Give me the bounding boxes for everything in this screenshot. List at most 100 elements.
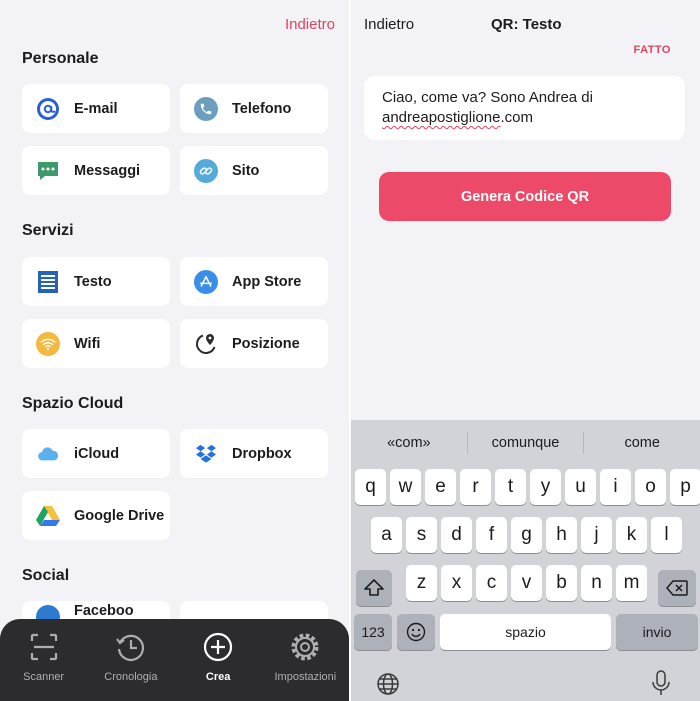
suggestion-bar: «com» comunque come	[351, 428, 700, 458]
phone-icon	[194, 96, 218, 121]
icloud-icon	[36, 442, 60, 466]
key-a[interactable]: a	[371, 517, 402, 553]
key-v[interactable]: v	[511, 565, 542, 601]
globe-icon[interactable]	[376, 672, 400, 696]
suggestion-item[interactable]: come	[584, 435, 700, 451]
emoji-icon	[406, 622, 426, 642]
plus-circle-icon	[204, 632, 233, 662]
misspelled-word: andreapostiglione	[382, 109, 501, 126]
message-bubble-icon	[36, 159, 60, 183]
tab-label: Cronologia	[104, 671, 158, 683]
key-o[interactable]: o	[635, 469, 666, 505]
card-label: E-mail	[74, 100, 118, 117]
key-s[interactable]: s	[406, 517, 437, 553]
generate-qr-button[interactable]: Genera Codice QR	[379, 172, 671, 221]
microphone-icon[interactable]	[651, 670, 671, 696]
card-label: Testo	[74, 273, 112, 290]
key-i[interactable]: i	[600, 469, 631, 505]
section-title-personale: Personale	[22, 50, 99, 67]
history-clock-icon	[115, 634, 144, 661]
tab-label: Crea	[205, 671, 231, 683]
key-l[interactable]: l	[651, 517, 682, 553]
card-label: Messaggi	[74, 162, 141, 179]
emoji-key[interactable]	[397, 614, 435, 650]
back-button[interactable]: Indietro	[285, 16, 335, 33]
suggestion-item[interactable]: comunque	[468, 435, 584, 451]
card-site[interactable]: Sito	[180, 146, 328, 195]
card-label: Posizione	[232, 335, 300, 352]
tab-history[interactable]: Cronologia	[87, 619, 174, 701]
numbers-key[interactable]: 123	[354, 614, 392, 650]
suggestion-item[interactable]: «com»	[351, 435, 467, 451]
wifi-icon	[36, 331, 60, 356]
page-title: QR: Testo	[491, 16, 562, 33]
done-button[interactable]: FATTO	[633, 44, 671, 56]
card-label: App Store	[232, 273, 302, 290]
key-t[interactable]: t	[495, 469, 526, 505]
tab-label: Scanner	[23, 671, 65, 683]
key-b[interactable]: b	[546, 565, 577, 601]
tab-label: Impostazioni	[274, 671, 337, 683]
card-label: iCloud	[74, 445, 120, 462]
key-x[interactable]: x	[441, 565, 472, 601]
text-line-1: Ciao, come va? Sono Andrea di	[382, 89, 593, 106]
location-pin-icon	[194, 332, 218, 356]
shift-icon	[364, 579, 384, 596]
card-app-store[interactable]: App Store	[180, 257, 328, 306]
card-label: Faceboo	[74, 602, 134, 619]
card-google-drive[interactable]: Google Drive	[22, 491, 170, 540]
key-f[interactable]: f	[476, 517, 507, 553]
tab-scanner[interactable]: Scanner	[0, 619, 87, 701]
key-z[interactable]: z	[406, 565, 437, 601]
card-wifi[interactable]: Wifi	[22, 319, 170, 368]
key-m[interactable]: m	[616, 565, 647, 601]
card-messages[interactable]: Messaggi	[22, 146, 170, 195]
tab-settings[interactable]: Impostazioni	[262, 619, 349, 701]
section-title-cloud: Spazio Cloud	[22, 395, 124, 412]
key-w[interactable]: w	[390, 469, 421, 505]
key-u[interactable]: u	[565, 469, 596, 505]
scanner-icon	[30, 633, 57, 661]
card-label: Google Drive	[74, 507, 165, 524]
card-icloud[interactable]: iCloud	[22, 429, 170, 478]
text-input[interactable]: Ciao, come va? Sono Andrea di andreapost…	[364, 76, 685, 140]
key-p[interactable]: p	[670, 469, 700, 505]
back-button[interactable]: Indietro	[364, 16, 414, 33]
at-sign-icon	[36, 97, 60, 121]
key-e[interactable]: e	[425, 469, 456, 505]
key-y[interactable]: y	[530, 469, 561, 505]
key-n[interactable]: n	[581, 565, 612, 601]
key-g[interactable]: g	[511, 517, 542, 553]
dropbox-icon	[194, 442, 218, 466]
card-phone[interactable]: Telefono	[180, 84, 328, 133]
card-label: Telefono	[232, 100, 292, 117]
key-j[interactable]: j	[581, 517, 612, 553]
card-location[interactable]: Posizione	[180, 319, 328, 368]
key-q[interactable]: q	[355, 469, 386, 505]
document-text-icon	[36, 270, 60, 294]
text-line-2-suffix: .com	[500, 109, 533, 126]
tab-bar: Scanner Cronologia Crea Impostazioni	[0, 619, 349, 701]
key-r[interactable]: r	[460, 469, 491, 505]
backspace-icon	[666, 580, 688, 596]
return-key[interactable]: invio	[616, 614, 698, 650]
text-line-2: andreapostiglione.com	[382, 108, 667, 128]
shift-key[interactable]	[356, 570, 392, 606]
card-dropbox[interactable]: Dropbox	[180, 429, 328, 478]
link-icon	[194, 158, 218, 183]
delete-key[interactable]	[658, 570, 696, 606]
card-label: Wifi	[74, 335, 101, 352]
tab-create[interactable]: Crea	[175, 619, 262, 701]
key-c[interactable]: c	[476, 565, 507, 601]
card-text[interactable]: Testo	[22, 257, 170, 306]
app-store-icon	[194, 269, 218, 294]
key-k[interactable]: k	[616, 517, 647, 553]
gear-icon	[291, 633, 319, 661]
create-screen: Indietro Personale E-mail Telefono Messa…	[0, 0, 349, 701]
key-h[interactable]: h	[546, 517, 577, 553]
space-key[interactable]: spazio	[440, 614, 611, 650]
card-email[interactable]: E-mail	[22, 84, 170, 133]
card-label: Dropbox	[232, 445, 292, 462]
key-d[interactable]: d	[441, 517, 472, 553]
section-title-social: Social	[22, 567, 70, 584]
